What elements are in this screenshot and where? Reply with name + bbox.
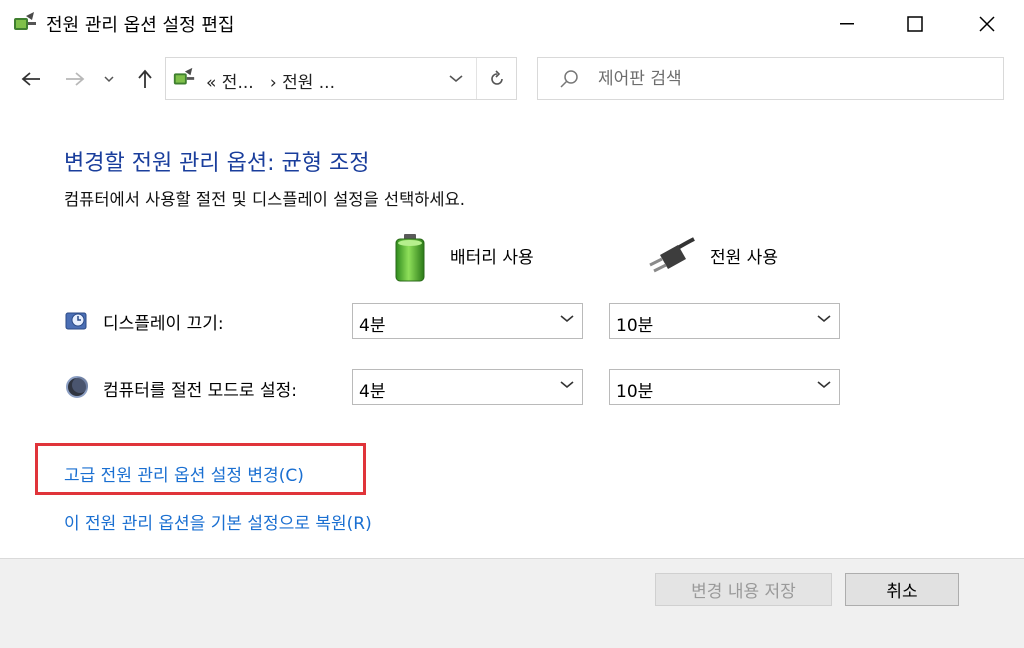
sleep-battery-select[interactable]: 4분 xyxy=(352,369,583,405)
chevron-down-icon xyxy=(560,381,574,389)
search-icon xyxy=(558,68,580,90)
select-value: 10분 xyxy=(616,382,654,402)
breadcrumb-item[interactable]: « 전... xyxy=(206,73,254,93)
power-options-icon xyxy=(12,10,38,36)
battery-icon xyxy=(394,234,426,286)
maximize-button[interactable] xyxy=(880,0,950,48)
column-header-plugged-in: 전원 사용 xyxy=(710,248,778,268)
breadcrumb: « 전... › 전원 ... xyxy=(206,68,335,93)
search-input[interactable] xyxy=(598,58,978,99)
window-title: 전원 관리 옵션 설정 편집 xyxy=(46,15,235,36)
minimize-icon xyxy=(840,23,854,25)
page-title: 변경할 전원 관리 옵션: 균형 조정 xyxy=(64,151,370,176)
minimize-button[interactable] xyxy=(812,0,882,48)
maximize-icon xyxy=(907,16,923,32)
display-icon xyxy=(63,307,91,335)
chevron-down-icon xyxy=(104,76,114,83)
power-plug-icon xyxy=(646,237,696,279)
power-options-icon xyxy=(172,66,196,94)
display-off-battery-select[interactable]: 4분 xyxy=(352,303,583,339)
address-bar[interactable]: « 전... › 전원 ... xyxy=(165,57,517,100)
sleep-icon xyxy=(63,373,91,401)
display-off-label: 디스플레이 끄기: xyxy=(103,314,224,334)
chevron-down-icon xyxy=(817,315,831,323)
forward-button[interactable] xyxy=(58,62,92,96)
chevron-down-icon xyxy=(817,381,831,389)
arrow-right-icon xyxy=(66,72,85,86)
arrow-up-icon xyxy=(138,69,152,88)
restore-defaults-link[interactable]: 이 전원 관리 옵션을 기본 설정으로 복원(R) xyxy=(64,509,372,534)
sleep-plugged-select[interactable]: 10분 xyxy=(609,369,840,405)
title-bar: 전원 관리 옵션 설정 편집 xyxy=(0,0,1024,48)
select-value: 10분 xyxy=(616,316,654,336)
back-button[interactable] xyxy=(14,62,48,96)
recent-locations-button[interactable] xyxy=(96,62,122,96)
up-button[interactable] xyxy=(128,62,162,96)
chevron-down-icon xyxy=(449,75,463,83)
select-value: 4분 xyxy=(359,382,386,402)
page-subtitle: 컴퓨터에서 사용할 절전 및 디스플레이 설정을 선택하세요. xyxy=(64,190,466,209)
search-box[interactable] xyxy=(537,57,1004,100)
close-icon xyxy=(979,16,995,32)
sleep-label: 컴퓨터를 절전 모드로 설정: xyxy=(103,381,297,401)
breadcrumb-item[interactable]: › 전원 ... xyxy=(270,73,335,93)
arrow-left-icon xyxy=(21,72,40,86)
save-changes-button[interactable]: 변경 내용 저장 xyxy=(655,573,832,606)
address-dropdown-button[interactable] xyxy=(436,58,476,99)
refresh-icon xyxy=(491,69,503,85)
cancel-button[interactable]: 취소 xyxy=(845,573,959,606)
select-value: 4분 xyxy=(359,316,386,336)
chevron-down-icon xyxy=(560,315,574,323)
advanced-settings-link[interactable]: 고급 전원 관리 옵션 설정 변경(C) xyxy=(64,461,304,486)
close-button[interactable] xyxy=(952,0,1022,48)
column-header-battery: 배터리 사용 xyxy=(450,248,534,268)
display-off-plugged-select[interactable]: 10분 xyxy=(609,303,840,339)
refresh-button[interactable] xyxy=(476,58,517,99)
